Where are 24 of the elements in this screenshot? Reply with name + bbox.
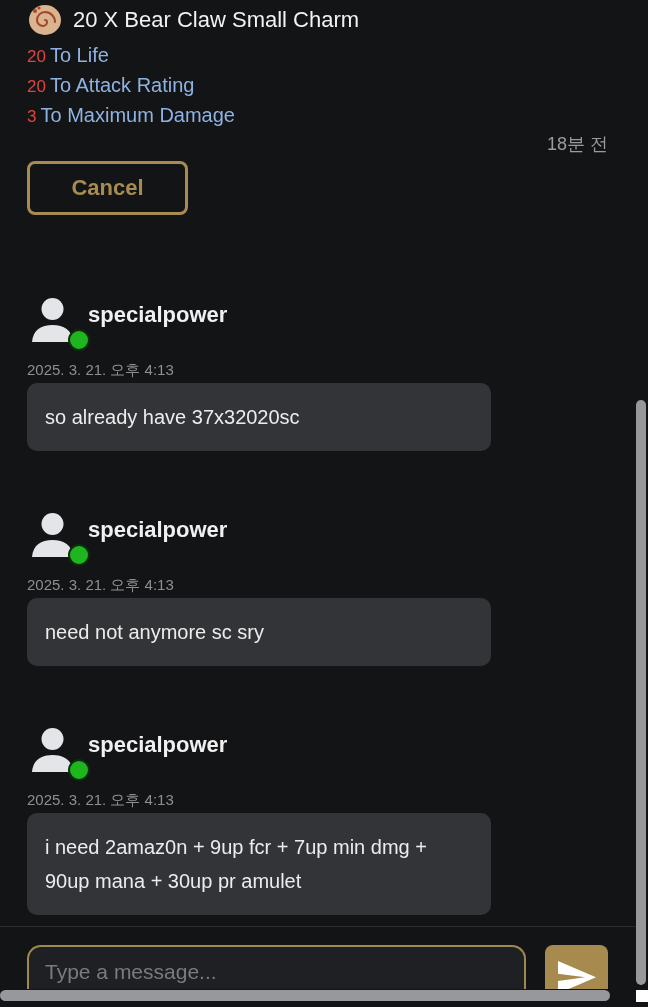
cancel-button[interactable]: Cancel <box>27 161 188 215</box>
author-name: specialpower <box>88 516 228 543</box>
vertical-scrollbar[interactable] <box>636 400 646 985</box>
message-timestamp: 2025. 3. 21. 오후 4:13 <box>27 576 174 594</box>
send-button[interactable] <box>545 945 608 989</box>
author-name: specialpower <box>88 731 228 758</box>
user-avatar-icon <box>32 728 73 774</box>
message-bubble: need not anymore sc sry <box>27 598 491 666</box>
item-stat: 3 To Maximum Damage <box>27 103 235 128</box>
scrollbar-corner <box>636 990 648 1002</box>
item-stat: 20 To Life <box>27 43 109 68</box>
horizontal-scrollbar[interactable] <box>0 990 610 1001</box>
item-stat: 20 To Attack Rating <box>27 73 195 98</box>
message-timestamp: 2025. 3. 21. 오후 4:13 <box>27 361 174 379</box>
message-bubble: i need 2amaz0n + 9up fcr + 7up min dmg + 90up mana + 30up pr amulet <box>27 813 491 915</box>
author-name: specialpower <box>88 301 228 328</box>
message-input[interactable]: Type a message... <box>27 945 526 989</box>
time-ago: 18분 전 <box>546 133 608 156</box>
spiral-disc-icon <box>28 3 62 37</box>
message-bubble: so already have 37x32020sc <box>27 383 491 451</box>
item-title: 20 X Bear Claw Small Charm <box>73 7 360 33</box>
user-avatar-icon <box>32 513 73 559</box>
message-timestamp: 2025. 3. 21. 오후 4:13 <box>27 791 174 809</box>
user-avatar-icon <box>32 298 73 344</box>
